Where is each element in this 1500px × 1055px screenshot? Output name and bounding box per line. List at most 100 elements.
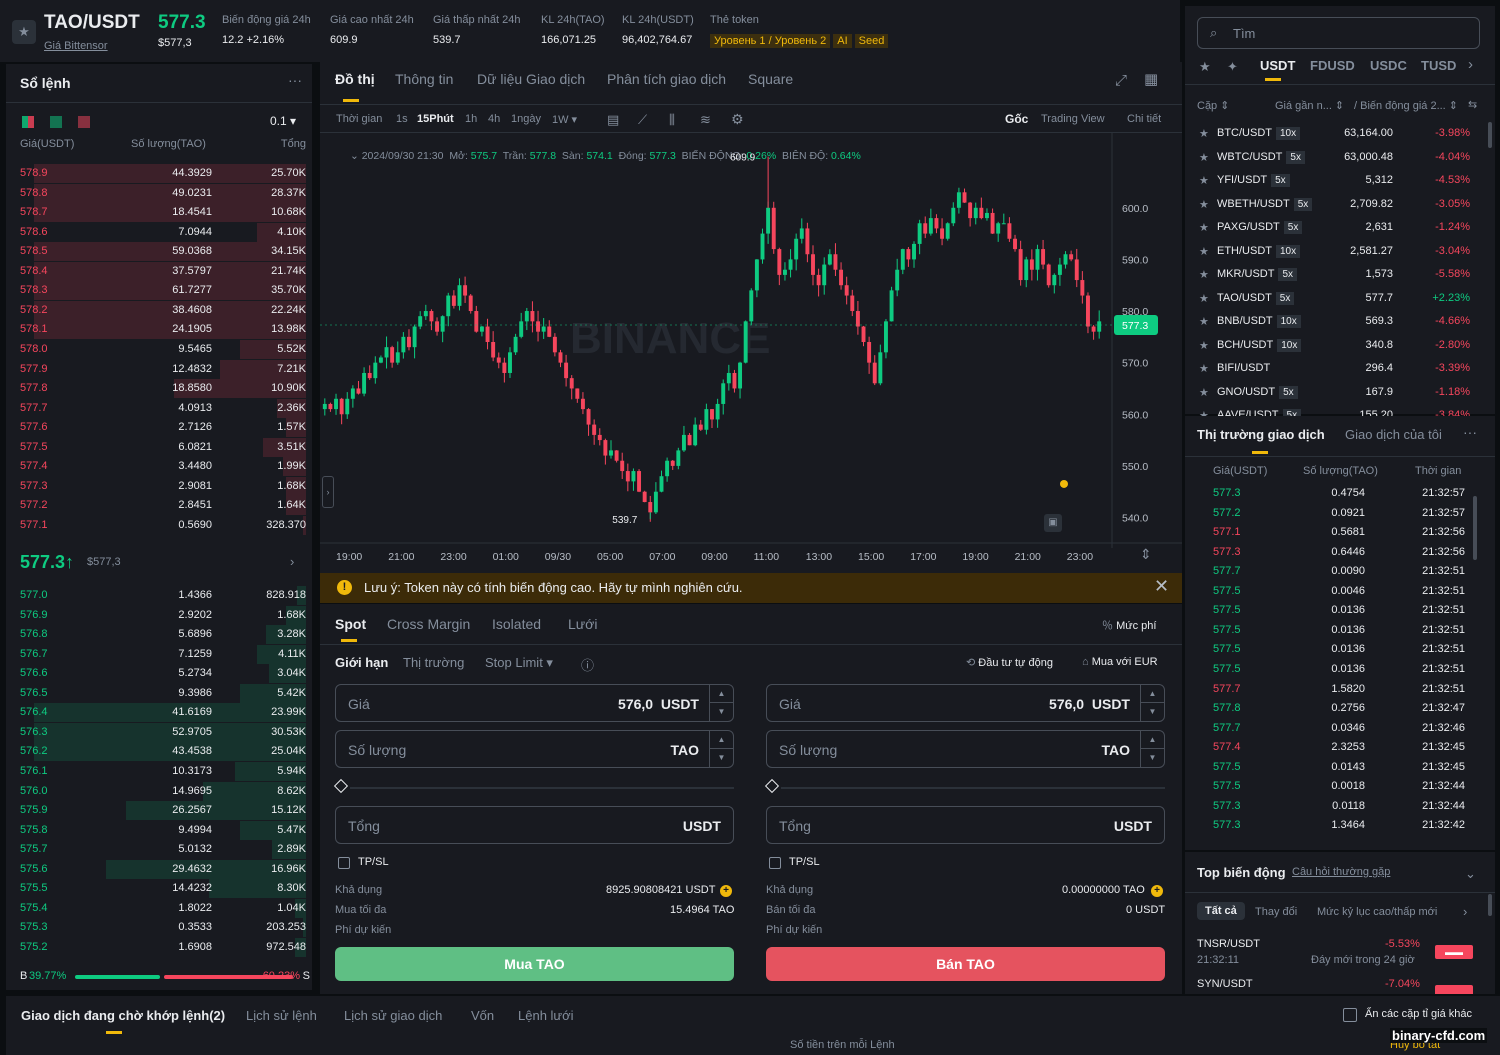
mover-pair[interactable]: SYN/USDT [1197, 978, 1253, 990]
star-icon[interactable]: ★ [1199, 245, 1209, 258]
chart-sidebar-toggle[interactable]: › [322, 476, 334, 508]
tab-funds[interactable]: Vốn [471, 1008, 494, 1023]
fullscreen-icon[interactable]: ⤢ [1115, 72, 1127, 89]
price-stepper[interactable]: ▲ ▼ [709, 685, 733, 721]
tab-open-orders[interactable]: Giao dịch đang chờ khớp lệnh(2) [21, 1008, 225, 1023]
ask-row[interactable]: 578.6 7.0944 4.10K [20, 222, 306, 242]
info-icon[interactable]: ⓘ [581, 655, 594, 674]
tag-seed[interactable]: Seed [854, 34, 889, 48]
tab-trade-history[interactable]: Lịch sử giao dịch [344, 1008, 442, 1023]
chevron-down-icon[interactable]: ⌄ [1465, 866, 1476, 882]
scrollbar[interactable] [1473, 496, 1477, 560]
bid-row[interactable]: 576.7 7.1259 4.11K [20, 644, 306, 664]
both-sides-view-icon[interactable] [22, 116, 34, 128]
star-icon[interactable]: ★ [1199, 268, 1209, 281]
tab-order-history[interactable]: Lịch sử lệnh [246, 1008, 317, 1023]
market-row[interactable]: ★ GNO/USDT 5x 167.9 -1.18% [1197, 381, 1473, 404]
ask-row[interactable]: 577.9 12.4832 7.21K [20, 359, 306, 379]
tab-isolated[interactable]: Isolated [492, 616, 541, 632]
ask-row[interactable]: 577.4 3.4480 1.99K [20, 457, 306, 477]
ask-row[interactable]: 578.2 38.4608 22.24K [20, 300, 306, 320]
filter-new-high-low[interactable]: Mức kỷ lục cao/thấp mới [1317, 906, 1437, 918]
tab-info[interactable]: Thông tin [395, 71, 453, 87]
bid-row[interactable]: 576.5 9.3986 5.42K [20, 683, 306, 703]
close-icon[interactable]: ✕ [1154, 576, 1169, 597]
tag-level[interactable]: Уровень 1 / Уровень 2 [710, 34, 831, 48]
star-icon[interactable]: ★ [1199, 151, 1209, 164]
market-row[interactable]: ★ BTC/USDT 10x 63,164.00 -3.98% [1197, 122, 1473, 145]
market-row[interactable]: ★ MKR/USDT 5x 1,573 -5.58% [1197, 263, 1473, 286]
ask-row[interactable]: 578.5 59.0368 34.15K [20, 242, 306, 262]
bid-row[interactable]: 577.0 1.4366 828.918 [20, 586, 306, 605]
interval-15m[interactable]: 15Phút [417, 113, 454, 125]
more-icon[interactable]: ··· [288, 72, 302, 88]
star-icon[interactable]: ★ [1199, 292, 1209, 305]
tab-trading-data[interactable]: Dữ liệu Giao dịch [477, 71, 585, 87]
calendar-icon[interactable]: ▤ [607, 112, 619, 128]
ask-row[interactable]: 578.3 61.7277 35.70K [20, 281, 306, 301]
tab-grid[interactable]: Lưới [568, 616, 597, 632]
buy-slider-handle[interactable] [333, 778, 349, 794]
buy-amount-input[interactable]: Số lượng TAO ▲ ▼ [335, 730, 734, 768]
market-row[interactable]: ★ YFI/USDT 5x 5,312 -4.53% [1197, 169, 1473, 192]
ask-row[interactable]: 577.6 2.7126 1.57K [20, 418, 306, 438]
star-icon[interactable]: ★ [1199, 198, 1209, 211]
buy-tpsl-checkbox[interactable] [338, 857, 350, 869]
bid-row[interactable]: 576.2 43.4538 25.04K [20, 742, 306, 762]
star-icon[interactable]: ★ [1199, 339, 1209, 352]
sort-change[interactable]: / Biến động giá 2... ⇕ [1354, 99, 1458, 112]
interval-1w[interactable]: 1W ▾ [552, 113, 577, 126]
bid-row[interactable]: 576.4 41.6169 23.99K [20, 703, 306, 723]
market-row[interactable]: ★ TAO/USDT 5x 577.7 +2.23% [1197, 287, 1473, 310]
axis-scale-icon[interactable]: ⇕ [1140, 546, 1152, 563]
bid-row[interactable]: 576.9 2.9202 1.68K [20, 605, 306, 625]
filter-all[interactable]: Tất cả [1197, 902, 1245, 920]
star-icon[interactable]: ★ [1199, 174, 1209, 187]
bid-row[interactable]: 575.6 29.4632 16.96K [20, 859, 306, 879]
amount-stepper[interactable]: ▲ ▼ [709, 731, 733, 767]
faq-link[interactable]: Câu hỏi thường gặp [1292, 866, 1390, 878]
bid-row[interactable]: 576.8 5.6896 3.28K [20, 625, 306, 645]
favorites-star-icon[interactable]: ★ [1199, 59, 1211, 75]
bid-row[interactable]: 575.8 9.4994 5.47K [20, 820, 306, 840]
ask-row[interactable]: 577.7 4.0913 2.36K [20, 398, 306, 418]
deposit-plus-icon[interactable]: + [720, 885, 732, 897]
star-icon[interactable]: ★ [1199, 386, 1209, 399]
star-icon[interactable]: ★ [1199, 362, 1209, 375]
tab-analysis[interactable]: Phân tích giao dịch [607, 71, 726, 87]
tab-grid-orders[interactable]: Lệnh lưới [518, 1008, 574, 1023]
ask-row[interactable]: 578.7 18.4541 10.68K [20, 203, 306, 223]
ask-row[interactable]: 577.8 18.8580 10.90K [20, 379, 306, 399]
ask-row[interactable]: 578.1 24.1905 13.98K [20, 320, 306, 340]
precision-select[interactable]: 0.1 ▾ [270, 114, 296, 128]
quote-tab-usdt[interactable]: USDT [1260, 58, 1295, 73]
indicator-icon[interactable]: ⟋ [638, 112, 647, 128]
view-depth[interactable]: Chi tiết [1127, 113, 1161, 125]
quote-tab-tusd[interactable]: TUSD [1421, 58, 1456, 73]
interval-1h[interactable]: 1h [465, 113, 477, 125]
market-row[interactable]: ★ BCH/USDT 10x 340.8 -2.80% [1197, 334, 1473, 357]
chevron-right-icon[interactable]: › [1463, 904, 1467, 919]
bid-row[interactable]: 575.9 26.2567 15.12K [20, 801, 306, 821]
sell-total-input[interactable]: Tổng USDT [766, 806, 1165, 844]
bids-view-icon[interactable] [50, 116, 62, 128]
market-row[interactable]: ★ ETH/USDT 10x 2,581.27 -3.04% [1197, 240, 1473, 263]
fee-rate-link[interactable]: ％ Mức phí [1102, 617, 1156, 633]
bid-row[interactable]: 575.2 1.6908 972.548 [20, 937, 306, 957]
candlestick-chart[interactable]: BINANCE 600.0590.0580.0570.0560.0550.054… [320, 133, 1182, 574]
zone-icon[interactable]: ✦ [1227, 59, 1238, 75]
buy-button[interactable]: Mua TAO [335, 947, 734, 981]
ask-row[interactable]: 577.5 6.0821 3.51K [20, 437, 306, 457]
ask-row[interactable]: 578.0 9.5465 5.52K [20, 339, 306, 359]
bid-row[interactable]: 576.3 52.9705 30.53K [20, 722, 306, 742]
filter-change[interactable]: Thay đổi [1255, 906, 1297, 918]
order-type-stop-limit[interactable]: Stop Limit ▾ [485, 655, 553, 671]
star-icon[interactable]: ★ [1199, 315, 1209, 328]
market-row[interactable]: ★ WBETH/USDT 5x 2,709.82 -3.05% [1197, 193, 1473, 216]
depth-icon[interactable]: ≋ [700, 112, 711, 128]
quote-tab-fdusd[interactable]: FDUSD [1310, 58, 1355, 73]
price-stepper[interactable]: ▲ ▼ [1140, 685, 1164, 721]
asks-view-icon[interactable] [78, 116, 90, 128]
tag-ai[interactable]: AI [833, 34, 852, 48]
ask-row[interactable]: 577.1 0.5690 328.370 [20, 515, 306, 535]
